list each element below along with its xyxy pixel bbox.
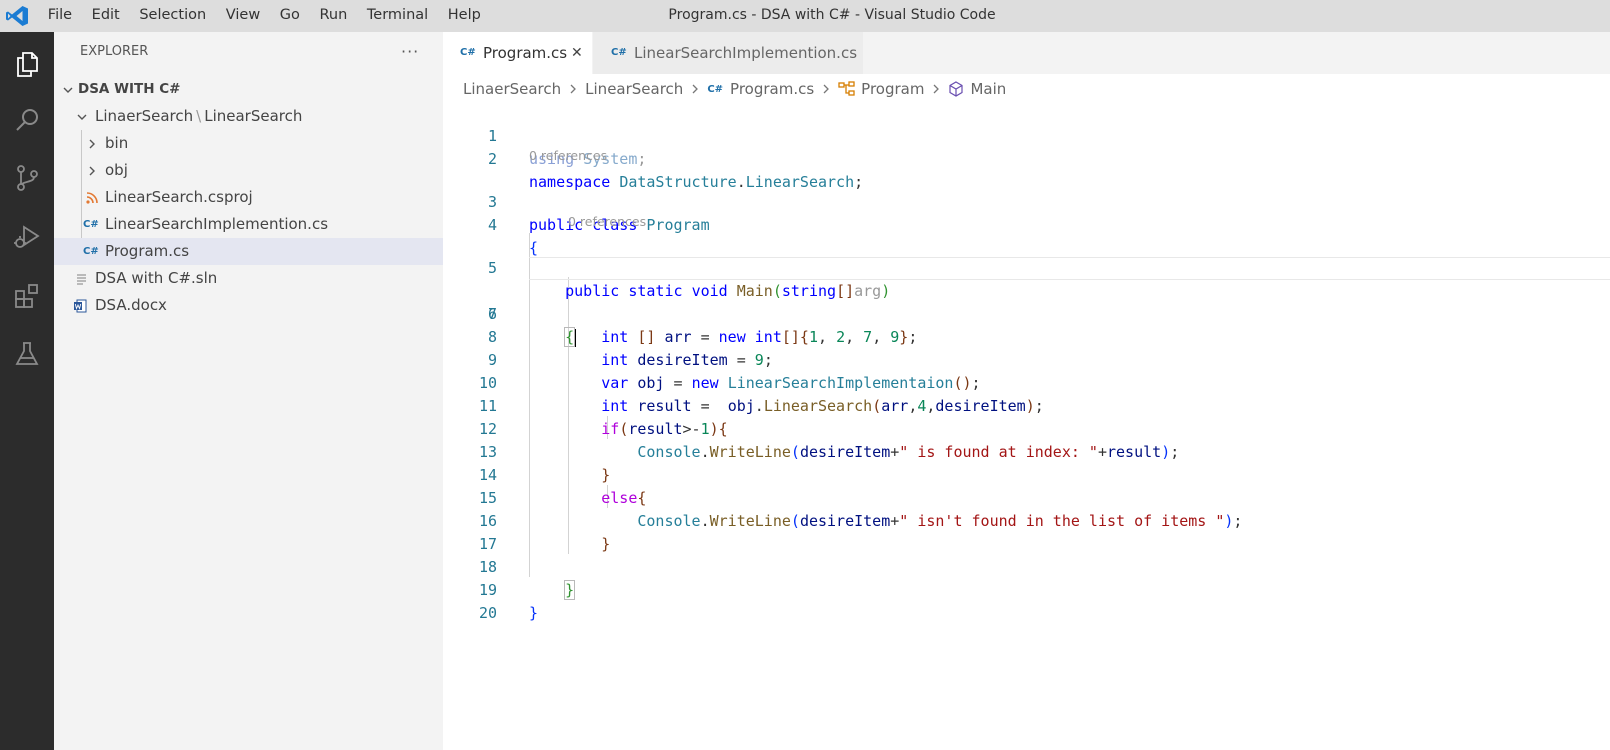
code-line: 10 int result = obj.LinearSearch(arr,4,d… <box>443 349 1610 415</box>
tree-item-label: LinearSearch.csproj <box>105 188 253 206</box>
code-line: 3 public class Program <box>443 168 1610 234</box>
chevron-right-icon <box>89 139 95 149</box>
run-debug-icon[interactable] <box>0 212 54 260</box>
csharp-file-icon: C# <box>83 219 99 230</box>
line-number: 20 <box>478 604 497 622</box>
folder-child-label: LinearSearch <box>204 107 303 125</box>
tree-file-docx[interactable]: DSA.docx <box>54 292 443 319</box>
editor-area: C# Program.cs ✕ C# LinearSearchImplement… <box>443 32 1610 750</box>
window-title: Program.cs - DSA with C# - Visual Studio… <box>668 7 996 23</box>
breadcrumb-class[interactable]: Program <box>838 80 924 98</box>
tree-folder-bin[interactable]: bin <box>54 130 443 157</box>
workspace-header[interactable]: DSA WITH C# <box>54 76 443 103</box>
tab-bar: C# Program.cs ✕ C# LinearSearchImplement… <box>443 32 1610 74</box>
code-lens-references[interactable]: 0 references <box>568 214 646 229</box>
chevron-down-icon <box>63 87 73 93</box>
tree-item-label: LinearSearchImplemention.cs <box>105 215 329 233</box>
code-line: 8 int desireItem = 9; <box>443 303 1610 369</box>
chevron-right-icon <box>933 84 940 94</box>
code-line: 5 public static void Main(string[]arg) <box>443 234 1610 300</box>
code-line: 11 if(result>-1){ <box>443 372 1610 438</box>
tab-label: Program.cs <box>483 44 568 62</box>
code-line: 12 Console.WriteLine(desireItem+" is fou… <box>443 395 1610 461</box>
code-line: 2 namespace DataStructure.LinearSearch; <box>443 125 1610 191</box>
breadcrumb-file[interactable]: C# Program.cs <box>707 80 814 98</box>
search-icon[interactable] <box>0 96 54 144</box>
activity-bar <box>0 32 54 750</box>
code-line: 4 { <box>443 191 1610 257</box>
tab-program-cs[interactable]: C# Program.cs ✕ <box>443 32 592 74</box>
breadcrumb-folder-2[interactable]: LinearSearch <box>585 80 683 98</box>
breadcrumb-class-label: Program <box>861 80 925 98</box>
rss-icon <box>86 192 98 204</box>
tree-file-sln[interactable]: DSA with C#.sln <box>54 265 443 292</box>
tree-item-label: obj <box>105 161 128 179</box>
code-line: 1 using System; <box>443 102 1610 168</box>
csharp-file-icon: C# <box>460 47 476 58</box>
code-line: 18 } <box>443 533 1610 600</box>
tree-item-label: bin <box>105 134 129 152</box>
explorer-icon[interactable] <box>0 40 54 88</box>
more-actions-icon[interactable]: ··· <box>401 42 419 61</box>
csharp-file-icon: C# <box>611 47 627 58</box>
tree-item-label: Program.cs <box>105 242 190 260</box>
tree-item-label: DSA with C#.sln <box>95 269 218 287</box>
folder-parent-label: LinaerSearch <box>95 107 194 125</box>
chevron-right-icon <box>692 84 699 94</box>
lines-file-icon <box>77 274 86 285</box>
csharp-file-icon: C# <box>707 83 724 95</box>
code-line: 7 int [] arr = new int[]{1, 2, 7, 9}; <box>443 280 1610 346</box>
tree-file-implemention[interactable]: C# LinearSearchImplemention.cs <box>54 211 443 238</box>
tree-file-program[interactable]: C# Program.cs <box>54 238 443 265</box>
code-line: 17 <box>443 510 1610 553</box>
tab-linearsearchimplemention-cs[interactable]: C# LinearSearchImplemention.cs <box>593 32 863 74</box>
title-bar: File Edit Selection View Go Run Terminal… <box>0 0 1610 32</box>
testing-icon[interactable] <box>0 330 54 378</box>
tree-file-csproj[interactable]: LinearSearch.csproj <box>54 184 443 211</box>
folder-separator: \ <box>196 107 202 125</box>
code-line: 16 } <box>443 487 1610 553</box>
method-cube-icon <box>949 81 964 97</box>
breadcrumb-method[interactable]: Main <box>948 80 1006 98</box>
close-icon[interactable]: ✕ <box>571 32 583 74</box>
code-line: 9 var obj = new LinearSearchImplementaio… <box>443 326 1610 392</box>
tab-label: LinearSearchImplemention.cs <box>634 44 858 62</box>
chevron-down-icon <box>77 114 87 120</box>
breadcrumb: LinaerSearch LinearSearch C# Program.cs P… <box>463 78 1006 100</box>
chevron-right-icon <box>89 166 95 176</box>
extensions-icon[interactable] <box>0 272 54 320</box>
word-file-icon <box>74 299 87 313</box>
code-line: 20 <box>443 579 1610 622</box>
code-line-current: 6 { <box>443 257 1610 347</box>
chevron-right-icon <box>570 84 577 94</box>
tree-folder-obj[interactable]: obj <box>54 157 443 184</box>
code-line: 13 } <box>443 418 1610 484</box>
explorer-title: EXPLORER <box>80 44 149 59</box>
explorer-sidebar: EXPLORER ··· DSA WITH C# LinaerSearch \ Li… <box>54 32 443 750</box>
code-line: 19 } <box>443 556 1610 622</box>
workspace-name: DSA WITH C# <box>78 81 181 97</box>
breadcrumb-method-label: Main <box>970 80 1007 98</box>
tree-item-label: DSA.docx <box>95 296 167 314</box>
code-lens-references[interactable]: 0 references <box>529 148 607 163</box>
breadcrumb-folder-1[interactable]: LinaerSearch <box>463 80 561 98</box>
chevron-right-icon <box>823 84 830 94</box>
tree-folder-linearsearch[interactable]: LinaerSearch \ LinearSearch <box>54 103 443 130</box>
csharp-file-icon: C# <box>83 246 99 257</box>
class-icon <box>838 81 855 96</box>
code-line: 14 else{ <box>443 441 1610 507</box>
breadcrumb-file-label: Program.cs <box>730 80 815 98</box>
source-control-icon[interactable] <box>0 154 54 202</box>
current-line-highlight <box>529 257 1610 280</box>
code-line: 15 Console.WriteLine(desireItem+" isn't … <box>443 464 1610 530</box>
code-text: } <box>529 604 539 622</box>
